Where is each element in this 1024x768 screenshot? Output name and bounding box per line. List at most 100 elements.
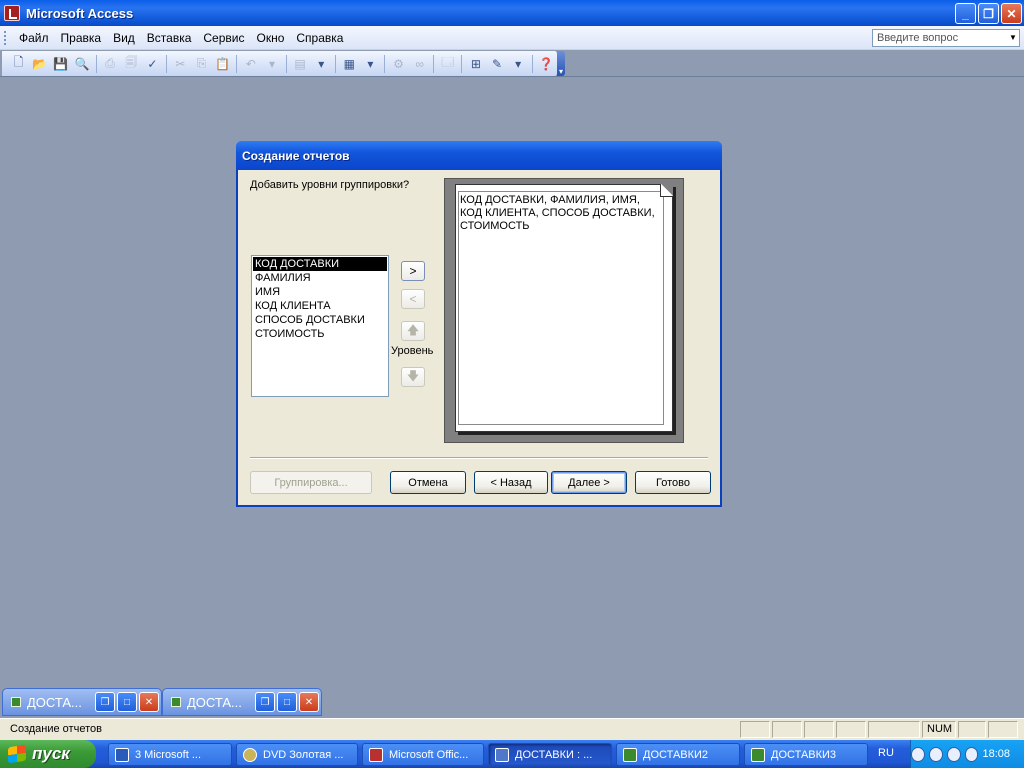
help-question-placeholder: Введите вопрос [877, 32, 959, 44]
dvd-icon [243, 747, 257, 762]
minimized-window[interactable]: ДОСТА... ❐ □ ✕ [162, 688, 322, 716]
menu-tools[interactable]: Сервис [197, 31, 250, 45]
clock[interactable]: 18:08 [982, 748, 1010, 760]
toolbar-separator [236, 54, 238, 73]
taskbar-button-office[interactable]: Microsoft Offic... [362, 743, 484, 766]
help-icon[interactable]: ❓ [537, 55, 556, 73]
restore-button[interactable]: ❐ [95, 692, 115, 712]
cut-icon[interactable]: ✂ [171, 55, 190, 73]
list-item[interactable]: КОД ДОСТАВКИ [253, 257, 387, 271]
priority-up-icon[interactable]: 🡅 [401, 321, 425, 341]
minimize-button[interactable]: _ [955, 3, 976, 24]
level-label: Уровень [391, 345, 434, 357]
remove-grouping-button[interactable]: < [401, 289, 425, 309]
print-preview-icon[interactable]: 🗐 [122, 55, 141, 73]
copy-icon[interactable]: ⎘ [192, 55, 211, 73]
print-icon[interactable]: ⎙ [101, 55, 120, 73]
priority-down-icon[interactable]: 🡇 [401, 367, 425, 387]
list-item[interactable]: ИМЯ [253, 285, 387, 299]
dialog-title: Создание отчетов [236, 141, 722, 170]
taskbar-button-dvd[interactable]: DVD Золотая ... [236, 743, 358, 766]
file-search-icon[interactable]: 🔍 [72, 55, 91, 73]
back-button[interactable]: < Назад [474, 471, 548, 494]
taskbar-button-word[interactable]: 3 Microsoft ... [108, 743, 232, 766]
status-panel [740, 721, 770, 738]
taskbar-button-dostavki2[interactable]: ДОСТАВКИ2 [616, 743, 740, 766]
menu-window[interactable]: Окно [250, 31, 290, 45]
undo-icon[interactable]: ↶ [241, 55, 260, 73]
taskbar-button-label: ДОСТАВКИ2 [643, 748, 709, 761]
taskbar-button-dostavki3[interactable]: ДОСТАВКИ3 [744, 743, 868, 766]
minimized-window[interactable]: ДОСТА... ❐ □ ✕ [2, 688, 162, 716]
field-listbox[interactable]: КОД ДОСТАВКИ ФАМИЛИЯ ИМЯ КОД КЛИЕНТА СПО… [251, 255, 389, 397]
minimized-window-title: ДОСТА... [27, 694, 82, 710]
taskbar-button-label: Microsoft Offic... [389, 748, 469, 761]
spelling-icon[interactable]: ✓ [143, 55, 162, 73]
new-object-dropdown-icon[interactable]: ▾ [509, 55, 528, 73]
list-item[interactable]: ФАМИЛИЯ [253, 271, 387, 285]
office-icon [369, 747, 383, 762]
undo-dropdown-icon[interactable]: ▾ [262, 55, 281, 73]
toolbar-separator [384, 54, 385, 73]
office-links-icon[interactable]: ▤ [291, 55, 310, 73]
analyze-dropdown-icon[interactable]: ▾ [361, 55, 380, 73]
help-question-input[interactable]: Введите вопрос ▼ [872, 29, 1020, 47]
taskbar-button-label: ДОСТАВКИ : ... [515, 748, 593, 761]
status-panel [804, 721, 834, 738]
menu-view[interactable]: Вид [107, 31, 141, 45]
start-button[interactable]: пуск [0, 740, 96, 768]
status-panel [958, 721, 986, 738]
script-icon[interactable]: ∞ [410, 55, 429, 73]
show-hidden-icons-icon[interactable] [911, 746, 925, 762]
menu-help[interactable]: Справка [290, 31, 349, 45]
close-button[interactable]: ✕ [139, 692, 159, 712]
access-table-icon [495, 747, 509, 762]
language-indicator[interactable]: RU [878, 747, 894, 759]
cancel-button[interactable]: Отмена [390, 471, 466, 494]
start-label: пуск [32, 744, 70, 763]
menu-edit[interactable]: Правка [55, 31, 108, 45]
system-tray: 18:08 [910, 740, 1024, 768]
menu-file[interactable]: Файл [13, 31, 55, 45]
open-icon[interactable]: 📂 [30, 55, 49, 73]
office-links-dropdown-icon[interactable]: ▾ [312, 55, 331, 73]
code-icon[interactable]: ⚙ [389, 55, 408, 73]
status-panel [836, 721, 866, 738]
next-button[interactable]: Далее > [551, 471, 627, 494]
media-player-icon[interactable] [946, 746, 961, 762]
relationships-icon[interactable]: ⊞ [466, 55, 485, 73]
messenger-icon[interactable] [964, 746, 979, 762]
toolbar-options-icon[interactable]: ▾ [557, 51, 565, 76]
access-table-icon [751, 747, 765, 762]
taskbar-button-dostavki[interactable]: ДОСТАВКИ : ... [488, 743, 612, 766]
analyze-icon[interactable]: ▦ [340, 55, 359, 73]
new-icon[interactable]: 🗋 [9, 55, 28, 73]
maximize-button[interactable]: □ [117, 692, 137, 712]
list-item[interactable]: КОД КЛИЕНТА [253, 299, 387, 313]
close-button[interactable]: ✕ [1001, 3, 1022, 24]
add-grouping-button[interactable]: > [401, 261, 425, 281]
list-item[interactable]: СТОИМОСТЬ [253, 327, 387, 341]
access-app-icon[interactable] [4, 5, 20, 21]
new-object-icon[interactable]: ✎ [487, 55, 506, 73]
minimized-window-title: ДОСТА... [187, 694, 242, 710]
toolbar-separator [285, 54, 287, 73]
paste-icon[interactable]: 📋 [213, 55, 232, 73]
status-panel [988, 721, 1018, 738]
restore-button[interactable]: ❐ [255, 692, 275, 712]
menubar-grip[interactable] [4, 30, 7, 45]
maximize-button[interactable]: □ [277, 692, 297, 712]
finish-button[interactable]: Готово [635, 471, 711, 494]
menu-insert[interactable]: Вставка [141, 31, 198, 45]
taskbar-button-label: ДОСТАВКИ3 [771, 748, 837, 761]
restore-button[interactable]: ❐ [978, 3, 999, 24]
close-button[interactable]: ✕ [299, 692, 319, 712]
help-dropdown-icon[interactable]: ▼ [1007, 30, 1019, 46]
num-lock-indicator: NUM [922, 721, 956, 738]
save-icon[interactable]: 💾 [51, 55, 70, 73]
list-item[interactable]: СПОСОБ ДОСТАВКИ [253, 313, 387, 327]
properties-icon[interactable]: 🗔 [438, 55, 457, 73]
volume-icon[interactable] [928, 746, 943, 762]
toolbar-separator [531, 54, 533, 73]
grouping-options-button[interactable]: Группировка... [250, 471, 372, 494]
